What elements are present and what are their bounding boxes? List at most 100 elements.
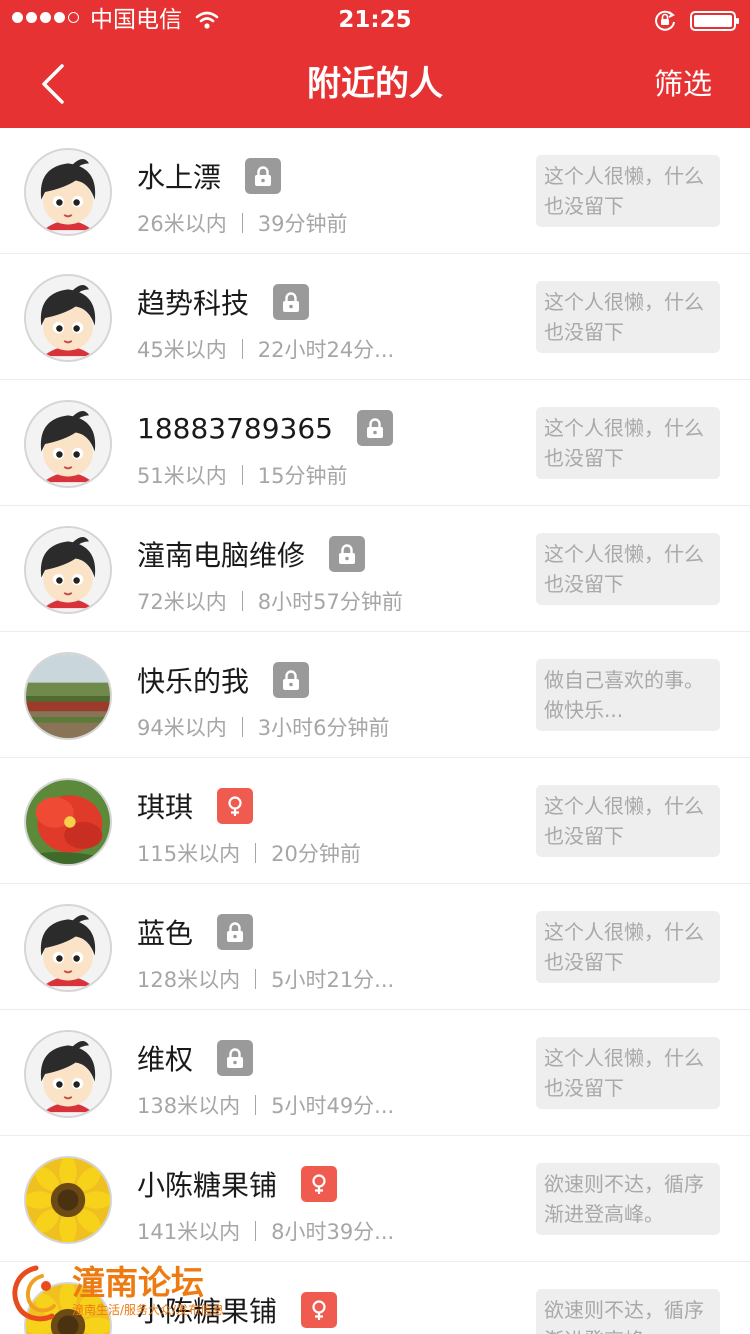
avatar-sunflower-photo[interactable] [24, 1156, 112, 1244]
user-name: 趋势科技 [137, 287, 250, 320]
meta-divider [241, 213, 243, 233]
user-meta: 72米以内 8小时57分钟前 [137, 586, 403, 616]
battery-icon [690, 11, 739, 31]
user-list-item[interactable]: 快乐的我 94米以内 3小时6分钟前 做自己喜欢的事。做快乐... [0, 632, 750, 758]
user-meta: 45米以内 22小时24分... [137, 334, 394, 364]
forum-watermark: 潼南论坛 潼南生活/服务大众/发布信息 [6, 1262, 256, 1334]
navigation-bar: 附近的人 筛选 [0, 40, 750, 128]
rotation-lock-icon [655, 10, 675, 31]
distance-text: 45米以内 [137, 338, 227, 362]
name-line: 18883789365 [137, 408, 393, 448]
user-list-item[interactable]: 小陈糖果铺 141米以内 8小时39分... 欲速则不达，循序渐进登高峰。 [0, 1136, 750, 1262]
lock-icon [245, 158, 282, 194]
app-header: 中国电信 21:25 附近的人 筛选 [0, 0, 750, 128]
lock-icon [217, 1040, 254, 1076]
user-signature: 这个人很懒，什么也没留下 [536, 533, 720, 605]
user-signature: 这个人很懒，什么也没留下 [536, 785, 720, 857]
user-name: 维权 [137, 1043, 194, 1076]
avatar-cartoon-girl[interactable] [24, 148, 112, 236]
user-signature: 做自己喜欢的事。做快乐... [536, 659, 720, 731]
distance-text: 138米以内 [137, 1094, 241, 1118]
name-line: 维权 [137, 1038, 254, 1078]
lock-icon [329, 536, 366, 572]
watermark-subtitle: 潼南生活/服务大众/发布信息 [72, 1303, 225, 1317]
user-meta: 94米以内 3小时6分钟前 [137, 712, 389, 742]
user-list-item[interactable]: 蓝色 128米以内 5小时21分... 这个人很懒，什么也没留下 [0, 884, 750, 1010]
user-signature: 这个人很懒，什么也没留下 [536, 911, 720, 983]
filter-button[interactable]: 筛选 [654, 64, 712, 104]
user-meta: 128米以内 5小时21分... [137, 964, 394, 994]
watermark-title: 潼南论坛 [72, 1263, 204, 1302]
user-meta: 51米以内 15分钟前 [137, 460, 347, 490]
user-list-item[interactable]: 18883789365 51米以内 15分钟前 这个人很懒，什么也没留下 [0, 380, 750, 506]
user-signature: 这个人很懒，什么也没留下 [536, 407, 720, 479]
user-list-item[interactable]: 维权 138米以内 5小时49分... 这个人很懒，什么也没留下 [0, 1010, 750, 1136]
avatar-cartoon-girl[interactable] [24, 1030, 112, 1118]
last-seen-text: 5小时49分... [271, 1094, 395, 1118]
user-name: 琪琪 [137, 791, 194, 824]
last-seen-text: 8小时57分钟前 [257, 590, 403, 614]
female-icon [217, 788, 254, 824]
clock: 21:25 [338, 7, 412, 33]
lock-icon [217, 914, 254, 950]
female-icon [301, 1166, 338, 1202]
distance-text: 51米以内 [137, 464, 227, 488]
meta-divider [255, 1221, 257, 1241]
meta-divider [241, 465, 243, 485]
name-line: 潼南电脑维修 [137, 534, 366, 574]
user-name: 水上漂 [137, 161, 222, 194]
last-seen-text: 8小时39分... [271, 1220, 395, 1244]
distance-text: 115米以内 [137, 842, 241, 866]
user-name: 蓝色 [137, 917, 194, 950]
avatar-cartoon-girl[interactable] [24, 904, 112, 992]
avatar-landscape-photo[interactable] [24, 652, 112, 740]
nearby-user-list: 水上漂 26米以内 39分钟前 这个人很懒，什么也没留下 趋势科技 45米以内 … [0, 128, 750, 1334]
forum-logo-icon [12, 1265, 56, 1322]
user-name: 18883789365 [137, 411, 333, 445]
meta-divider [255, 969, 257, 989]
last-seen-text: 3小时6分钟前 [257, 716, 390, 740]
name-line: 趋势科技 [137, 282, 310, 322]
female-icon [301, 1292, 338, 1328]
name-line: 快乐的我 [137, 660, 310, 700]
status-bar: 中国电信 21:25 [0, 0, 750, 40]
user-name: 潼南电脑维修 [137, 539, 306, 572]
distance-text: 128米以内 [137, 968, 241, 992]
user-list-item[interactable]: 潼南电脑维修 72米以内 8小时57分钟前 这个人很懒，什么也没留下 [0, 506, 750, 632]
name-line: 琪琪 [137, 786, 254, 826]
name-line: 蓝色 [137, 912, 254, 952]
avatar-cartoon-girl[interactable] [24, 274, 112, 362]
user-signature: 欲速则不达，循序渐进登高峰。 [536, 1289, 720, 1334]
user-meta: 141米以内 8小时39分... [137, 1216, 394, 1246]
user-name: 快乐的我 [137, 665, 250, 698]
user-signature: 欲速则不达，循序渐进登高峰。 [536, 1163, 720, 1235]
last-seen-text: 5小时21分... [271, 968, 395, 992]
avatar-red-flower-photo[interactable] [24, 778, 112, 866]
user-signature: 这个人很懒，什么也没留下 [536, 281, 720, 353]
user-list-item[interactable]: 琪琪 115米以内 20分钟前 这个人很懒，什么也没留下 [0, 758, 750, 884]
avatar-cartoon-girl[interactable] [24, 526, 112, 614]
user-meta: 115米以内 20分钟前 [137, 838, 361, 868]
last-seen-text: 22小时24分... [257, 338, 395, 362]
name-line: 水上漂 [137, 156, 282, 196]
user-list-item[interactable]: 水上漂 26米以内 39分钟前 这个人很懒，什么也没留下 [0, 128, 750, 254]
distance-text: 94米以内 [137, 716, 227, 740]
user-name: 小陈糖果铺 [137, 1169, 278, 1202]
last-seen-text: 39分钟前 [257, 212, 348, 236]
meta-divider [255, 1095, 257, 1115]
avatar-cartoon-girl[interactable] [24, 400, 112, 488]
user-signature: 这个人很懒，什么也没留下 [536, 1037, 720, 1109]
page-title: 附近的人 [307, 64, 443, 104]
last-seen-text: 20分钟前 [271, 842, 361, 866]
user-signature: 这个人很懒，什么也没留下 [536, 155, 720, 227]
meta-divider [241, 339, 243, 359]
distance-text: 26米以内 [137, 212, 227, 236]
meta-divider [241, 591, 243, 611]
user-list-item[interactable]: 趋势科技 45米以内 22小时24分... 这个人很懒，什么也没留下 [0, 254, 750, 380]
meta-divider [241, 717, 243, 737]
name-line: 小陈糖果铺 [137, 1164, 338, 1204]
user-meta: 26米以内 39分钟前 [137, 208, 347, 238]
lock-icon [273, 284, 310, 320]
last-seen-text: 15分钟前 [257, 464, 348, 488]
distance-text: 141米以内 [137, 1220, 241, 1244]
